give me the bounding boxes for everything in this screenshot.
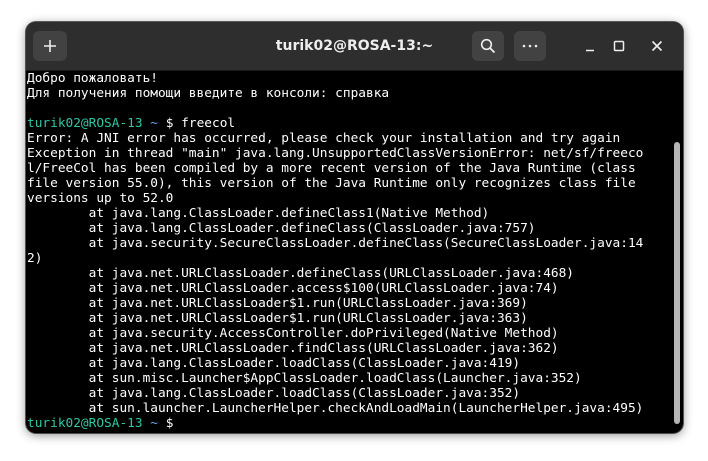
maximize-icon <box>613 40 625 52</box>
output-line: versions up to 52.0 <box>27 191 174 206</box>
welcome-line: Добро пожаловать! <box>27 71 158 86</box>
plus-icon <box>44 40 56 52</box>
stack-trace-line: 2) <box>27 251 43 266</box>
stack-trace-line: at java.security.AccessController.doPriv… <box>27 326 559 341</box>
stack-trace-line: at sun.misc.Launcher$AppClassLoader.load… <box>27 371 582 386</box>
search-button[interactable] <box>472 31 504 61</box>
stack-trace-line: at java.security.SecureClassLoader.defin… <box>27 236 644 251</box>
titlebar: turik02@ROSA-13:~ <box>26 22 683 71</box>
prompt-line: turik02@ROSA-13 ~ $ freecol <box>27 116 672 131</box>
stack-trace-line: at java.net.URLClassLoader.access$100(UR… <box>27 281 559 296</box>
stack-trace-line: at java.net.URLClassLoader.defineClass(U… <box>27 266 575 281</box>
output-line: Error: A JNI error has occurred, please … <box>27 131 621 146</box>
stack-trace-line: at java.net.URLClassLoader$1.run(URLClas… <box>27 296 528 311</box>
prompt-user: turik02@ROSA-13 <box>27 116 143 131</box>
terminal-window: turik02@ROSA-13:~ Добро пожаловать! Для … <box>26 22 683 433</box>
stack-trace-line: at java.net.URLClassLoader$1.run(URLClas… <box>27 311 528 326</box>
stack-trace-line: at java.net.URLClassLoader.findClass(URL… <box>27 341 559 356</box>
stack-trace-line: at java.lang.ClassLoader.defineClass(Cla… <box>27 221 536 236</box>
prompt-line: turik02@ROSA-13 ~ $ <box>27 416 672 431</box>
menu-button[interactable] <box>514 31 546 61</box>
new-tab-button[interactable] <box>33 31 67 61</box>
prompt-path: ~ <box>150 116 159 131</box>
prompt-path: ~ <box>150 416 159 431</box>
stack-trace-line: at java.lang.ClassLoader.loadClass(Class… <box>27 356 521 371</box>
stack-trace-line: at sun.launcher.LauncherHelper.checkAndL… <box>27 401 644 416</box>
stack-trace-line: at java.lang.ClassLoader.defineClass1(Na… <box>27 206 490 221</box>
help-line: Для получения помощи введите в консоли: … <box>27 86 390 101</box>
output-line: file version 55.0), this version of the … <box>27 176 636 191</box>
minimize-icon <box>586 49 594 52</box>
terminal-output[interactable]: Добро пожаловать! Для получения помощи в… <box>26 71 672 433</box>
close-button[interactable] <box>643 31 671 61</box>
prompt-symbol: $ <box>165 416 174 431</box>
stack-trace-line: at java.lang.ClassLoader.loadClass(Class… <box>27 386 521 401</box>
close-icon <box>651 40 663 52</box>
maximize-button[interactable] <box>605 31 633 61</box>
output-line: Exception in thread "main" java.lang.Uns… <box>27 146 644 161</box>
ellipsis-icon <box>522 44 538 48</box>
prompt-user: turik02@ROSA-13 <box>27 416 143 431</box>
minimize-button[interactable] <box>576 31 604 61</box>
output-line: l/FreeCol has been compiled by a more re… <box>27 161 636 176</box>
scrollbar[interactable] <box>674 142 680 424</box>
prompt-symbol: $ <box>165 116 174 131</box>
command-text: freecol <box>181 116 236 131</box>
search-icon <box>480 38 496 54</box>
